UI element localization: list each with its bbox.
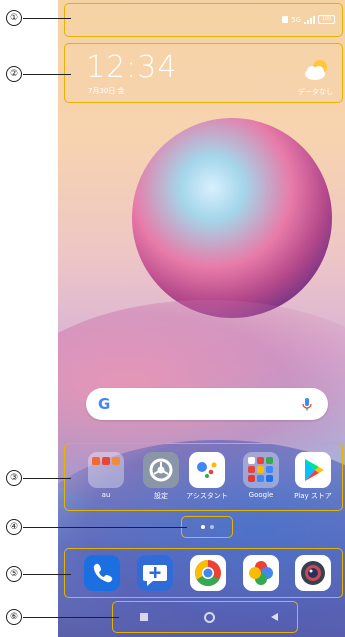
google-search-bar[interactable]: G (86, 388, 328, 420)
wallpaper-sphere (132, 118, 332, 318)
callout-3: ③ (6, 470, 71, 486)
frame-status-bar (64, 3, 343, 37)
callout-4: ④ (6, 519, 187, 535)
callout-number: ⑤ (6, 566, 22, 582)
microphone-icon[interactable] (299, 396, 315, 412)
callout-1: ① (6, 10, 71, 26)
frame-dock (64, 548, 343, 598)
frame-clock-widget (64, 43, 343, 103)
callout-number: ④ (6, 519, 22, 535)
callout-number: ② (6, 66, 22, 82)
callout-2: ② (6, 66, 71, 82)
frame-page-indicator (181, 516, 233, 538)
callout-number: ③ (6, 470, 22, 486)
callout-number: ⑥ (6, 609, 22, 625)
callout-6: ⑥ (6, 609, 119, 625)
callout-5: ⑤ (6, 566, 71, 582)
frame-nav-bar (112, 601, 298, 633)
google-g-icon: G (98, 395, 111, 413)
callout-number: ① (6, 10, 22, 26)
frame-app-row (64, 443, 343, 511)
